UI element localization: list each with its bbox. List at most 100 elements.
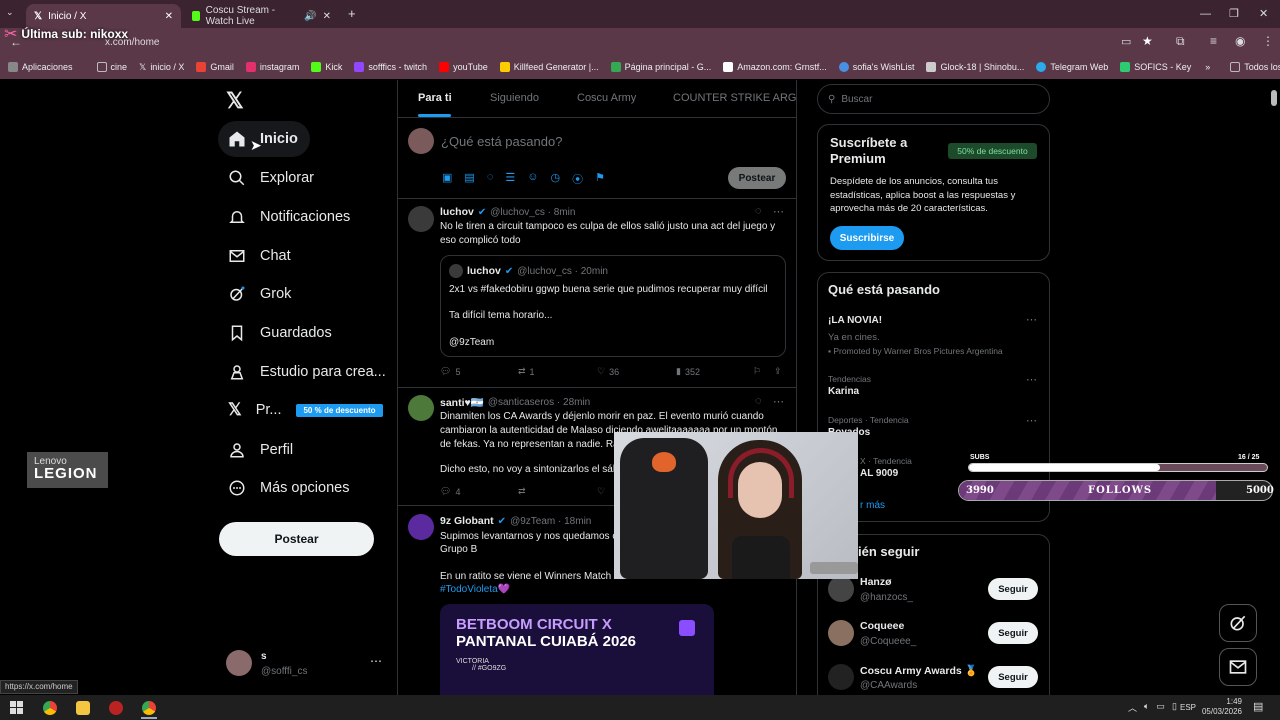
nav-profile[interactable]: Perfil bbox=[218, 432, 303, 468]
grok-icon[interactable]: ◌ bbox=[755, 205, 762, 217]
star-icon[interactable]: ★ bbox=[1142, 34, 1153, 48]
more-icon[interactable]: ⋯ bbox=[773, 395, 784, 408]
bookmark-item[interactable]: Página principal - G... bbox=[610, 62, 711, 72]
scrollbar-thumb[interactable] bbox=[1271, 90, 1277, 106]
nav-home[interactable]: Inicio bbox=[218, 121, 310, 157]
nav-notifications[interactable]: Notificaciones bbox=[218, 199, 360, 235]
tweet-author[interactable]: luchov bbox=[440, 206, 474, 218]
chrome-icon[interactable] bbox=[43, 701, 57, 715]
grok-float-button[interactable] bbox=[1219, 604, 1257, 642]
emoji-icon[interactable]: ☺ bbox=[527, 171, 538, 187]
bookmark-item[interactable]: youTube bbox=[439, 62, 488, 72]
retweet-button[interactable]: ⇄ 1 bbox=[518, 366, 535, 377]
composer-input[interactable]: ¿Qué está pasando? bbox=[441, 134, 562, 149]
reply-button[interactable]: 💬︎ 4 bbox=[440, 486, 460, 497]
post-button[interactable]: Postear bbox=[219, 522, 374, 556]
notifications-icon[interactable]: ▤ bbox=[1253, 700, 1263, 713]
show-more-link[interactable]: r más bbox=[860, 500, 885, 511]
poll-icon[interactable]: ☰ bbox=[505, 171, 515, 187]
follow-button[interactable]: Seguir bbox=[988, 622, 1038, 644]
suggested-user-name[interactable]: Hanzø bbox=[860, 576, 892, 588]
menu-icon[interactable]: ⋮ bbox=[1262, 34, 1274, 48]
location-icon[interactable]: ⦿ bbox=[572, 171, 583, 187]
follow-button[interactable]: Seguir bbox=[988, 666, 1038, 688]
tweet-author[interactable]: 9z Globant bbox=[440, 515, 494, 527]
bookmark-item[interactable]: instagram bbox=[245, 62, 299, 72]
search-input[interactable]: ⚲ Buscar bbox=[817, 84, 1050, 114]
cast-icon[interactable]: ▭ bbox=[1121, 35, 1131, 48]
tab-search-button[interactable]: ⌄ bbox=[6, 7, 14, 18]
extensions-icon[interactable]: ⧉ bbox=[1176, 34, 1185, 49]
bookmark-item[interactable]: Glock-18 | Shinobu... bbox=[926, 62, 1024, 72]
bookmark-item[interactable]: cine bbox=[96, 62, 127, 72]
page-scrollbar[interactable] bbox=[1271, 84, 1277, 694]
bookmark-item[interactable]: Killfeed Generator |... bbox=[499, 62, 599, 72]
nav-more-options[interactable]: Más opciones bbox=[218, 470, 359, 506]
hashtag-link[interactable]: #TodoVioleta💜 bbox=[440, 583, 510, 597]
tweet-author[interactable]: santi♥🇦🇷 bbox=[440, 396, 484, 409]
app-icon[interactable] bbox=[109, 701, 123, 715]
bookmark-icon[interactable]: ⚐ bbox=[753, 366, 761, 377]
restore-button[interactable]: ❐ bbox=[1229, 7, 1239, 20]
retweet-button[interactable]: ⇄ bbox=[518, 486, 526, 497]
tab-coscu-stream[interactable]: Coscu Stream - Watch Live 🔊 ✕ bbox=[184, 4, 339, 28]
messages-float-button[interactable] bbox=[1219, 648, 1257, 686]
nav-bookmarks[interactable]: Guardados bbox=[218, 315, 342, 351]
tab-following[interactable]: Siguiendo bbox=[490, 92, 539, 104]
suggested-user-name[interactable]: Coqueee bbox=[860, 620, 904, 632]
bookmark-item[interactable]: Telegram Web bbox=[1036, 62, 1108, 72]
nav-grok[interactable]: Grok bbox=[218, 276, 301, 312]
new-tab-button[interactable]: + bbox=[348, 6, 356, 21]
start-icon[interactable] bbox=[10, 701, 23, 714]
composer-post-button[interactable]: Postear bbox=[728, 167, 786, 189]
grok-icon[interactable]: ◌ bbox=[487, 171, 494, 187]
bookmark-item[interactable]: Aplicaciones bbox=[8, 62, 73, 72]
close-icon[interactable]: ✕ bbox=[165, 11, 173, 22]
reply-button[interactable]: 💬︎ 5 bbox=[440, 366, 460, 377]
more-icon[interactable]: ⋯ bbox=[1026, 414, 1037, 427]
x-logo-icon[interactable]: 𝕏 bbox=[226, 88, 244, 114]
clock[interactable]: 1:49 05/03/2026 bbox=[1200, 697, 1242, 717]
all-bookmarks[interactable]: Todos los marcadores bbox=[1230, 62, 1280, 72]
tab-coscu-army[interactable]: Coscu Army bbox=[577, 92, 636, 104]
subscribe-button[interactable]: Suscribirse bbox=[830, 226, 904, 250]
bookmark-item[interactable]: sofffics - twitch bbox=[354, 62, 427, 72]
bookmark-item[interactable]: SOFICS - Key bbox=[1120, 62, 1191, 72]
image-icon[interactable]: ▣ bbox=[442, 171, 452, 187]
gif-icon[interactable]: ▤ bbox=[464, 171, 474, 187]
close-icon[interactable]: ✕ bbox=[323, 11, 331, 22]
bookmark-item[interactable]: Amazon.com: Grnstf... bbox=[723, 62, 827, 72]
schedule-icon[interactable]: ◷ bbox=[550, 171, 560, 187]
tweet-media[interactable]: BETBOOM CIRCUIT X PANTANAL CUIABÁ 2026 V… bbox=[440, 604, 714, 695]
tab-counter-strike-arg[interactable]: COUNTER STRIKE ARG bbox=[673, 92, 796, 104]
bookmarks-overflow-icon[interactable]: » bbox=[1205, 62, 1210, 72]
nav-chat[interactable]: Chat bbox=[218, 238, 301, 274]
more-icon[interactable]: ⋯ bbox=[773, 205, 784, 218]
views-button[interactable]: ▮ 352 bbox=[676, 366, 700, 377]
like-button[interactable]: ♡ 36 bbox=[597, 366, 619, 377]
minimize-button[interactable]: — bbox=[1200, 8, 1211, 20]
profile-icon[interactable]: ◉ bbox=[1235, 34, 1245, 48]
flag-icon[interactable]: ⚑ bbox=[595, 171, 605, 187]
chrome-active-icon[interactable] bbox=[142, 701, 156, 715]
suggested-user-name[interactable]: Coscu Army Awards 🏅 bbox=[860, 664, 978, 677]
more-icon[interactable]: ⋯ bbox=[1026, 373, 1037, 386]
bookmark-item[interactable]: 𝕏inicio / X bbox=[139, 62, 184, 73]
trend-title[interactable]: Karina bbox=[828, 386, 859, 397]
trend-title[interactable]: ¡LA NOVIA! bbox=[828, 315, 882, 326]
nav-explore[interactable]: Explorar bbox=[218, 160, 324, 196]
file-explorer-icon[interactable] bbox=[76, 701, 90, 715]
account-switcher[interactable]: s @sofffi_cs ⋯ bbox=[226, 648, 386, 682]
tab-for-you[interactable]: Para ti bbox=[418, 92, 452, 104]
window-close-button[interactable]: ✕ bbox=[1259, 7, 1268, 20]
bookmark-item[interactable]: Gmail bbox=[196, 62, 234, 72]
more-icon[interactable]: ⋯ bbox=[370, 654, 382, 668]
tray-icons[interactable]: ︿ 🔈︎ ▭ ▯ bbox=[1128, 701, 1177, 714]
language-indicator[interactable]: ESP bbox=[1180, 703, 1196, 712]
follow-button[interactable]: Seguir bbox=[988, 578, 1038, 600]
trend-title[interactable]: AL 9009 bbox=[860, 468, 898, 479]
bookmark-item[interactable]: sofia's WishList bbox=[838, 62, 914, 72]
nav-creator-studio[interactable]: Estudio para crea... bbox=[218, 354, 396, 390]
share-icon[interactable]: ⇪ bbox=[774, 366, 782, 377]
nav-premium[interactable]: 𝕏 Pr... bbox=[218, 392, 292, 428]
